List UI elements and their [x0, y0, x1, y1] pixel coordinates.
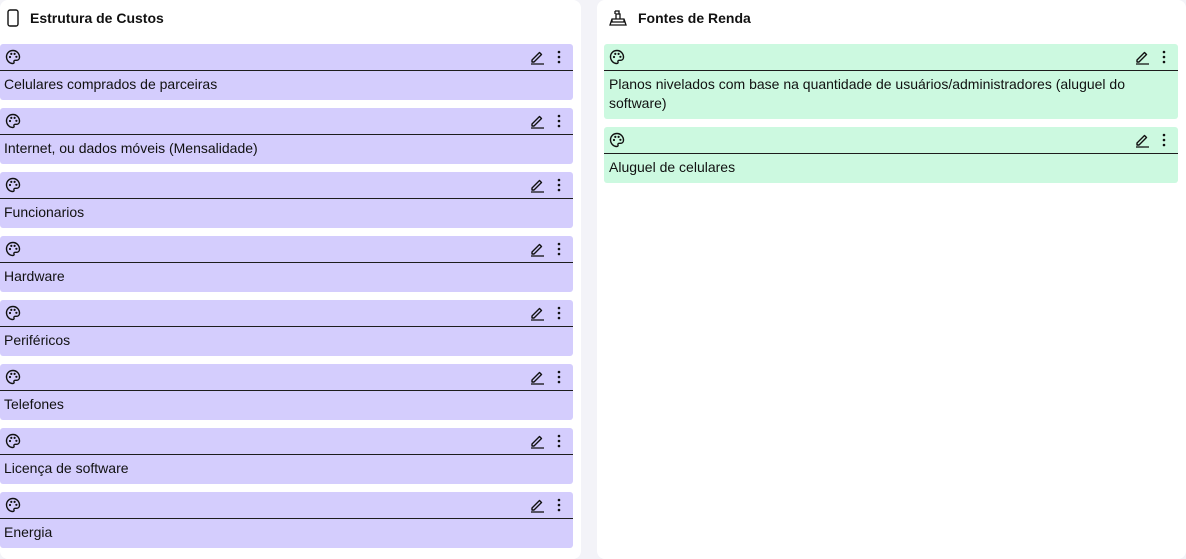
panel-title: Fontes de Renda — [638, 10, 751, 26]
card-toolbar — [0, 428, 573, 455]
card-text: Energia — [4, 524, 53, 540]
card-text: Telefones — [4, 396, 64, 412]
more-vertical-icon[interactable] — [554, 497, 564, 513]
pencil-icon[interactable] — [529, 305, 545, 321]
card-toolbar — [604, 44, 1178, 71]
pencil-icon[interactable] — [529, 49, 545, 65]
left-card-7[interactable]: Licença de software — [0, 428, 573, 484]
more-vertical-icon[interactable] — [554, 305, 564, 321]
right-card-2[interactable]: Aluguel de celulares — [604, 127, 1178, 183]
cost-structure-panel: Estrutura de Custos Celulares comprados … — [0, 0, 581, 559]
card-toolbar — [0, 300, 573, 327]
card-list: Celulares comprados de parceiras Interne… — [0, 44, 573, 556]
palette-icon[interactable] — [609, 49, 625, 65]
cash-register-icon — [608, 9, 628, 27]
phone-icon — [6, 9, 20, 27]
panel-title: Estrutura de Custos — [30, 10, 164, 26]
right-card-1[interactable]: Planos nivelados com base na quantidade … — [604, 44, 1178, 119]
palette-icon[interactable] — [5, 241, 21, 257]
palette-icon[interactable] — [5, 113, 21, 129]
pencil-icon[interactable] — [529, 177, 545, 193]
left-card-4[interactable]: Hardware — [0, 236, 573, 292]
more-vertical-icon[interactable] — [554, 433, 564, 449]
palette-icon[interactable] — [5, 497, 21, 513]
more-vertical-icon[interactable] — [1159, 49, 1169, 65]
card-text: Aluguel de celulares — [609, 159, 736, 175]
pencil-icon[interactable] — [529, 497, 545, 513]
left-card-8[interactable]: Energia — [0, 492, 573, 548]
card-text: Planos nivelados com base na quantidade … — [609, 76, 1125, 111]
card-toolbar — [0, 492, 573, 519]
pencil-icon[interactable] — [529, 113, 545, 129]
more-vertical-icon[interactable] — [1159, 132, 1169, 148]
more-vertical-icon[interactable] — [554, 49, 564, 65]
left-card-2[interactable]: Internet, ou dados móveis (Mensalidade) — [0, 108, 573, 164]
panel-header: Estrutura de Custos — [0, 0, 581, 36]
more-vertical-icon[interactable] — [554, 113, 564, 129]
more-vertical-icon[interactable] — [554, 177, 564, 193]
pencil-icon[interactable] — [529, 433, 545, 449]
more-vertical-icon[interactable] — [554, 369, 564, 385]
card-toolbar — [604, 127, 1178, 154]
card-text: Licença de software — [4, 460, 129, 476]
card-text: Funcionarios — [4, 204, 85, 220]
palette-icon[interactable] — [5, 369, 21, 385]
palette-icon[interactable] — [5, 305, 21, 321]
card-toolbar — [0, 172, 573, 199]
card-text: Periféricos — [4, 332, 71, 348]
card-toolbar — [0, 236, 573, 263]
left-card-5[interactable]: Periféricos — [0, 300, 573, 356]
card-toolbar — [0, 364, 573, 391]
panel-header: Fontes de Renda — [597, 0, 1186, 36]
pencil-icon[interactable] — [1134, 132, 1150, 148]
left-card-3[interactable]: Funcionarios — [0, 172, 573, 228]
palette-icon[interactable] — [5, 433, 21, 449]
card-toolbar — [0, 108, 573, 135]
card-list: Planos nivelados com base na quantidade … — [604, 44, 1178, 191]
revenue-streams-panel: Fontes de Renda Planos nivelados com bas… — [597, 0, 1186, 559]
pencil-icon[interactable] — [529, 241, 545, 257]
left-card-1[interactable]: Celulares comprados de parceiras — [0, 44, 573, 100]
palette-icon[interactable] — [609, 132, 625, 148]
pencil-icon[interactable] — [529, 369, 545, 385]
card-text: Internet, ou dados móveis (Mensalidade) — [4, 140, 258, 156]
pencil-icon[interactable] — [1134, 49, 1150, 65]
palette-icon[interactable] — [5, 49, 21, 65]
more-vertical-icon[interactable] — [554, 241, 564, 257]
left-card-6[interactable]: Telefones — [0, 364, 573, 420]
card-text: Celulares comprados de parceiras — [4, 76, 218, 92]
palette-icon[interactable] — [5, 177, 21, 193]
card-text: Hardware — [4, 268, 65, 284]
card-toolbar — [0, 44, 573, 71]
